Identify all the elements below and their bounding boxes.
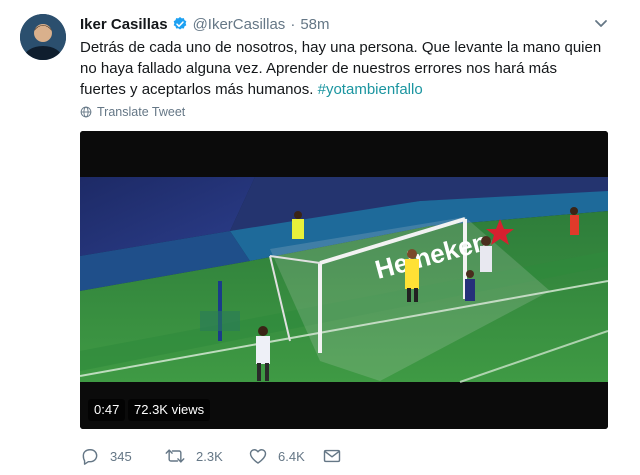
verified-icon: [172, 16, 188, 32]
like-count: 6.4K: [278, 448, 305, 464]
avatar[interactable]: [20, 14, 66, 60]
retweet-count: 2.3K: [196, 448, 223, 464]
tweet-header: Iker Casillas @IkerCasillas · 58m: [80, 13, 330, 35]
tweet-text: Detrás de cada uno de nosotros, hay una …: [80, 37, 605, 100]
tweet-timestamp[interactable]: 58m: [300, 16, 329, 33]
separator-dot: ·: [290, 15, 296, 33]
hashtag-link[interactable]: #yotambienfallo: [318, 81, 423, 98]
dm-icon: [323, 449, 341, 463]
translate-tweet-link[interactable]: Translate Tweet: [80, 104, 185, 120]
retweet-icon: [165, 449, 185, 463]
author-name[interactable]: Iker Casillas: [80, 16, 168, 33]
video-duration-badge: 0:47: [88, 399, 126, 421]
video-views-badge: 72.3K views: [128, 399, 211, 421]
retweet-button[interactable]: 2.3K: [164, 445, 223, 467]
reply-icon: [82, 449, 98, 465]
globe-icon: [80, 106, 92, 118]
author-handle[interactable]: @IkerCasillas: [193, 16, 286, 33]
direct-message-button[interactable]: [322, 445, 352, 467]
chevron-down-icon[interactable]: [593, 15, 609, 31]
reply-count: 345: [110, 448, 132, 464]
translate-label: Translate Tweet: [97, 105, 186, 119]
like-icon: [249, 449, 267, 464]
reply-button[interactable]: 345: [80, 445, 132, 467]
video-player[interactable]: Heineken: [80, 131, 608, 429]
video-frame: Heineken: [80, 131, 608, 429]
tweet-card: Iker Casillas @IkerCasillas · 58m Detrás…: [0, 0, 640, 475]
like-button[interactable]: 6.4K: [248, 445, 305, 467]
